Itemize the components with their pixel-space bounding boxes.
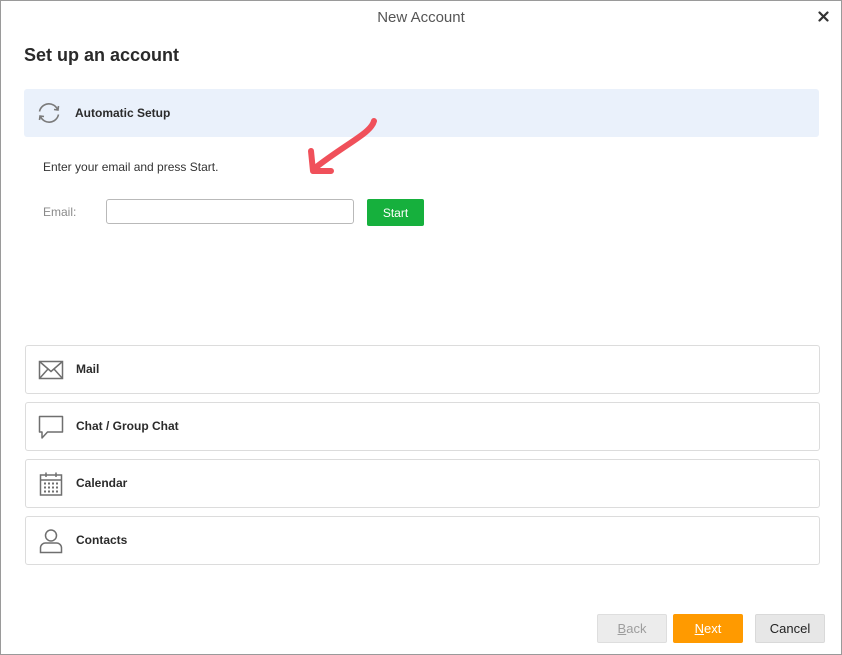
instruction-text: Enter your email and press Start. xyxy=(43,160,219,174)
account-type-label: Chat / Group Chat xyxy=(76,419,179,433)
automatic-setup-header[interactable]: Automatic Setup xyxy=(24,89,819,137)
window-title: New Account xyxy=(377,9,465,26)
next-button[interactable]: Next xyxy=(673,614,743,643)
account-type-contacts[interactable]: Contacts xyxy=(25,516,820,565)
next-label-rest: ext xyxy=(704,621,722,636)
email-field[interactable] xyxy=(106,199,354,224)
annotation-arrow-icon xyxy=(308,118,377,174)
back-button[interactable]: Back xyxy=(597,614,667,643)
back-label-rest: ack xyxy=(626,621,647,636)
close-button[interactable] xyxy=(813,6,833,26)
email-label: Email: xyxy=(43,205,77,219)
person-icon xyxy=(39,529,63,554)
account-type-label: Calendar xyxy=(76,476,128,490)
account-type-label: Contacts xyxy=(76,533,128,547)
sync-icon xyxy=(38,103,60,123)
calendar-icon xyxy=(39,472,63,496)
title-bar: New Account xyxy=(1,1,841,33)
cancel-button[interactable]: Cancel xyxy=(755,614,825,643)
account-type-label: Mail xyxy=(76,362,100,376)
account-type-mail[interactable]: Mail xyxy=(25,345,820,394)
automatic-setup-label: Automatic Setup xyxy=(75,106,171,120)
next-mnemonic: N xyxy=(694,621,705,636)
account-type-chat[interactable]: Chat / Group Chat xyxy=(25,402,820,451)
mail-icon xyxy=(38,360,64,380)
chat-bubble-icon xyxy=(38,415,64,439)
page-title: Set up an account xyxy=(24,45,180,65)
account-type-calendar[interactable]: Calendar xyxy=(25,459,820,508)
back-mnemonic: B xyxy=(617,621,627,636)
new-account-dialog: New Account Set up an account Automatic … xyxy=(0,0,842,655)
close-icon xyxy=(817,10,829,22)
start-button[interactable]: Start xyxy=(367,199,424,226)
